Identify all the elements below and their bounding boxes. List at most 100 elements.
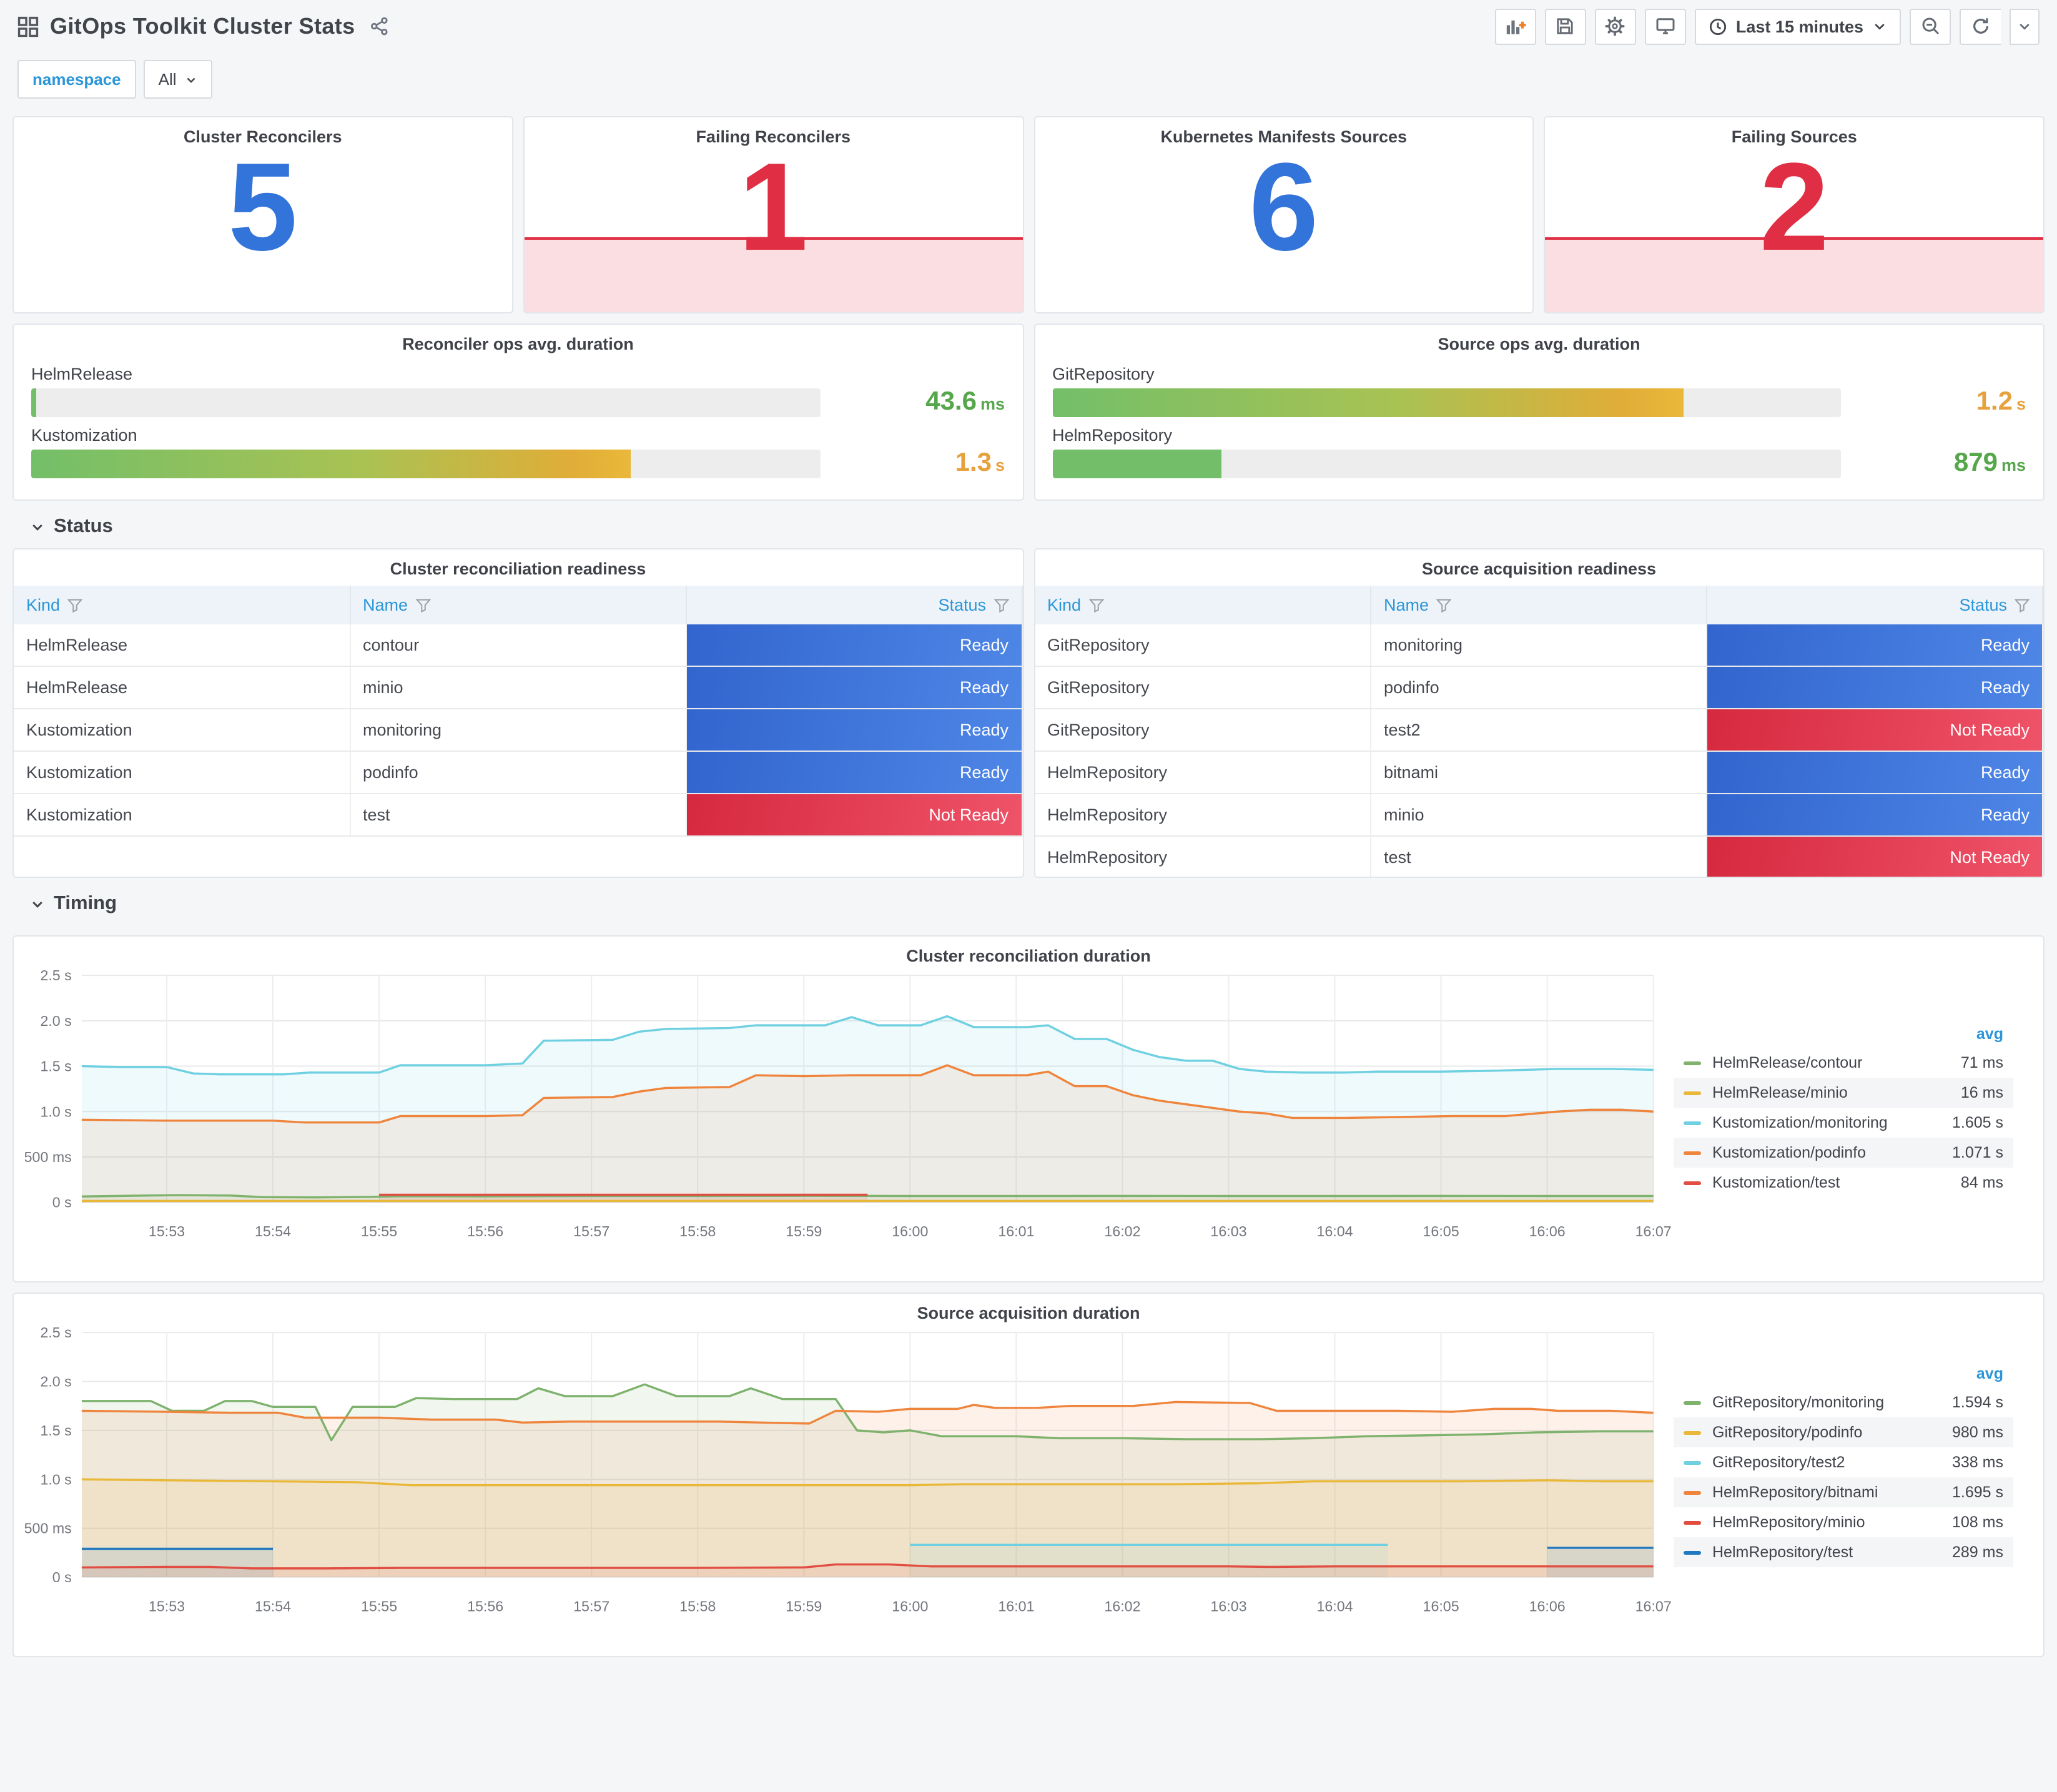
panel-title[interactable]: Source ops avg. duration [1035,325,2043,353]
legend-series-name: HelmRelease/minio [1712,1084,1848,1101]
svg-text:16:00: 16:00 [892,1598,928,1614]
legend-item[interactable]: HelmRelease/contour 71 ms [1674,1048,2013,1078]
section-row-status[interactable]: Status [12,501,2045,548]
gauge-track [1052,388,1841,416]
section-title: Status [54,516,113,537]
kind-cell: HelmRepository [1035,794,1371,837]
status-cell: Ready [1707,666,2043,709]
refresh-button[interactable] [1960,8,2001,44]
column-header-name[interactable]: Name [350,586,686,624]
column-header-name[interactable]: Name [1371,586,1707,624]
name-cell: test [1371,836,1707,877]
time-series-plot[interactable]: 0 s 500 ms 1.0 s 1.5 s 2.0 s 2.5 s 15:53 15:54 1… [21,1325,1674,1618]
svg-text:15:53: 15:53 [149,1598,185,1614]
section-title: Timing [54,893,117,914]
legend-item[interactable]: Kustomization/test 84 ms [1674,1168,2013,1198]
legend-series-name: Kustomization/podinfo [1712,1144,1866,1161]
time-range-label: Last 15 minutes [1735,17,1863,36]
svg-text:15:55: 15:55 [361,1598,397,1614]
panel-title[interactable]: Source acquisition duration [14,1294,2043,1322]
namespace-filter-value[interactable]: All [143,60,213,99]
table-row: HelmRepository test Not Ready [1035,836,2043,877]
svg-text:2.5 s: 2.5 s [40,968,71,983]
gauges-row: Reconciler ops avg. duration HelmRelease… [12,323,2045,501]
panel-title[interactable]: Reconciler ops avg. duration [14,325,1022,353]
legend-item[interactable]: HelmRepository/test 289 ms [1674,1537,2013,1567]
panel-title[interactable]: Cluster reconciliation duration [14,937,2043,965]
svg-text:15:58: 15:58 [679,1223,716,1239]
gauge-rows: HelmRelease 43.6 ms Kustomization 1.3 s [14,353,1022,478]
legend-series-name: HelmRepository/minio [1712,1514,1865,1531]
svg-text:16:05: 16:05 [1423,1598,1459,1614]
svg-text:16:02: 16:02 [1104,1598,1140,1614]
kind-cell: GitRepository [1035,709,1371,752]
legend-series-name: GitRepository/test2 [1712,1454,1845,1471]
status-badge: Not Ready [1707,709,2042,751]
gauge-label: GitRepository [1052,365,1155,383]
column-header-kind[interactable]: Kind [1035,586,1371,624]
legend-swatch-icon [1684,1151,1701,1154]
template-variables-row: namespace All [0,52,2057,109]
gauge-bar-row: 1.3 s [31,448,1005,478]
stat-panel-failing-sources: Failing Sources 2 [1544,116,2045,313]
column-header-status[interactable]: Status [686,586,1022,624]
status-badge: Ready [686,709,1021,751]
svg-text:16:00: 16:00 [892,1223,928,1239]
svg-text:500 ms: 500 ms [24,1149,72,1165]
time-series-plot[interactable]: 0 s 500 ms 1.0 s 1.5 s 2.0 s 2.5 s 15:53 15:54 1… [21,968,1674,1243]
filter-icon [994,598,1009,613]
gauge-label: HelmRelease [31,365,133,383]
section-row-timing[interactable]: Timing [12,878,2045,925]
refresh-interval-dropdown[interactable] [2010,8,2040,44]
legend-item[interactable]: GitRepository/monitoring 1.594 s [1674,1387,2013,1417]
name-cell: minio [350,666,686,709]
svg-text:15:58: 15:58 [679,1598,716,1614]
svg-text:1.5 s: 1.5 s [40,1058,71,1075]
page-title: GitOps Toolkit Cluster Stats [50,13,355,38]
gauge-value: 1.2 s [1976,387,2026,416]
table-panel-source-readiness: Source acquisition readiness Kind Name Sta… [1033,548,2045,878]
panel-title[interactable]: Cluster reconciliation readiness [14,549,1022,578]
legend-item[interactable]: HelmRepository/minio 108 ms [1674,1507,2013,1537]
legend-item[interactable]: GitRepository/podinfo 980 ms [1674,1417,2013,1447]
stat-value: 5 [228,137,298,277]
kind-cell: HelmRepository [1035,751,1371,794]
dashboards-grid-icon[interactable] [17,16,39,37]
status-badge: Ready [686,667,1021,708]
column-header-kind[interactable]: Kind [14,586,350,624]
svg-text:16:07: 16:07 [1635,1598,1672,1614]
legend-item[interactable]: Kustomization/monitoring 1.605 s [1674,1108,2013,1138]
legend-swatch-icon [1684,1550,1701,1554]
legend-swatch-icon [1684,1121,1701,1125]
legend-series-avg: 84 ms [1960,1174,2003,1191]
legend-series-name: HelmRepository/test [1712,1543,1853,1561]
legend-item[interactable]: GitRepository/test2 338 ms [1674,1447,2013,1477]
column-header-status[interactable]: Status [1707,586,2043,624]
legend-avg-header[interactable]: avg [1674,1360,2013,1387]
svg-text:16:06: 16:06 [1529,1223,1566,1239]
dashboard-settings-button[interactable] [1594,8,1636,44]
kind-cell: HelmRelease [14,666,350,709]
panel-title[interactable]: Source acquisition readiness [1035,549,2043,578]
name-cell: monitoring [1371,624,1707,667]
legend-avg-header[interactable]: avg [1674,1020,2013,1048]
svg-text:16:03: 16:03 [1210,1598,1246,1614]
svg-text:16:01: 16:01 [998,1598,1034,1614]
stat-panel-manifest-sources: Kubernetes Manifests Sources 6 [1033,116,1534,313]
legend-item[interactable]: HelmRelease/minio 16 ms [1674,1078,2013,1108]
gauge-fill [31,388,37,416]
share-dashboard-icon[interactable] [370,16,390,36]
svg-text:16:04: 16:04 [1316,1223,1353,1239]
chart-legend: avg GitRepository/monitoring 1.594 s GitRep… [1674,1360,2036,1618]
add-panel-button[interactable] [1494,8,1536,44]
svg-text:15:56: 15:56 [467,1598,503,1614]
status-badge: Ready [1707,752,2042,793]
time-range-picker[interactable]: Last 15 minutes [1694,8,1901,44]
cycle-view-mode-button[interactable] [1644,8,1686,44]
save-dashboard-button[interactable] [1544,8,1586,44]
zoom-out-time-button[interactable] [1910,8,1951,44]
legend-item[interactable]: HelmRepository/bitnami 1.695 s [1674,1477,2013,1507]
legend-item[interactable]: Kustomization/podinfo 1.071 s [1674,1138,2013,1168]
svg-text:0 s: 0 s [52,1569,72,1585]
filter-icon [1436,598,1452,613]
